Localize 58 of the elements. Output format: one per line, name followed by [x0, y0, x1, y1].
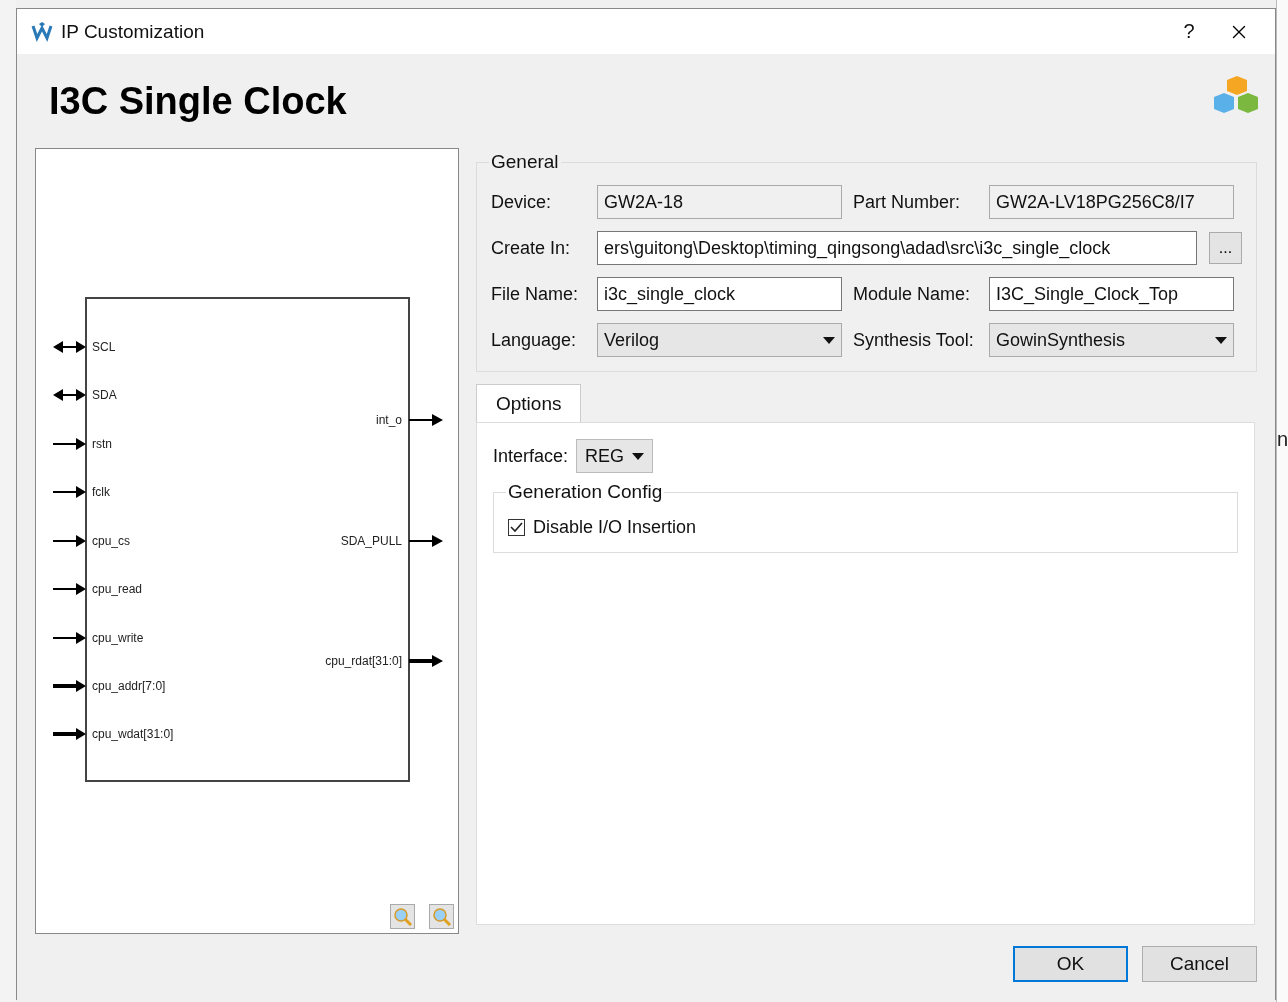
input-field[interactable]: ers\guitong\Desktop\timing_qingsong\adad\src\i3c_single_clock [597, 231, 1197, 265]
pin-label: cpu_cs [92, 534, 131, 548]
dropdown[interactable]: Verilog [597, 323, 842, 357]
input-arrow [52, 632, 86, 644]
output-arrow [409, 655, 443, 667]
input-arrow [52, 486, 86, 498]
pin-label: rstn [92, 437, 112, 451]
checkbox-label: Disable I/O Insertion [533, 517, 697, 538]
field-label: Create In: [491, 237, 572, 259]
readonly-field: GW2A-LV18PG256C8/I7 [989, 185, 1234, 219]
field-label: Interface: [493, 445, 569, 467]
ok-button[interactable]: OK [1013, 946, 1128, 982]
pin-label: cpu_write [92, 631, 144, 645]
field-label: Device: [491, 191, 553, 213]
pin-label: cpu_read [92, 582, 143, 596]
pin-label: SDA_PULL [340, 534, 402, 548]
field-label: Synthesis Tool: [852, 329, 975, 351]
field-label: Language: [491, 329, 578, 351]
caret-icon [823, 336, 835, 344]
input-arrow [53, 680, 86, 692]
caret-icon [1215, 336, 1227, 344]
pin-label: cpu_rdat[31:0] [325, 654, 402, 668]
input-field[interactable]: i3c_single_clock [597, 277, 842, 311]
cancel-button[interactable]: Cancel [1142, 946, 1257, 982]
group-title: General [490, 151, 560, 173]
field-label: File Name: [491, 283, 580, 305]
interface-dropdown[interactable]: REG [576, 439, 654, 473]
pin-label: SCL [92, 340, 116, 354]
input-arrow [52, 438, 86, 450]
field-label: Module Name: [852, 283, 972, 305]
dropdown[interactable]: GowinSynthesis [989, 323, 1234, 357]
pin-label: cpu_wdat[31:0] [92, 727, 174, 741]
input-arrow [52, 583, 86, 595]
page-heading: I3C Single Clock [49, 79, 347, 123]
window-title: IP Customization [61, 20, 206, 43]
bidirectional-arrow [53, 389, 86, 401]
background-text: n [1277, 428, 1288, 450]
pin-label: fclk [92, 485, 110, 499]
bidirectional-arrow [53, 341, 86, 353]
zoom-icon [393, 907, 412, 926]
pin-label: int_o [375, 413, 402, 427]
input-arrow [53, 728, 86, 740]
caret-icon [632, 452, 645, 460]
checkbox[interactable] [508, 519, 525, 536]
pin-label: cpu_addr[7:0] [92, 679, 166, 693]
field-label: Part Number: [852, 191, 962, 213]
pin-label: SDA [92, 388, 117, 402]
readonly-field: GW2A-18 [597, 185, 842, 219]
input-field[interactable]: I3C_Single_Clock_Top [989, 277, 1234, 311]
group-title: Generation Config [507, 481, 664, 503]
logo-icon [31, 21, 53, 42]
help-button[interactable]: ? [1169, 19, 1209, 44]
input-arrow [52, 535, 86, 547]
output-arrow [408, 535, 443, 547]
browse-button[interactable]: ... [1209, 232, 1242, 264]
options-tab[interactable]: Options [476, 384, 582, 422]
output-arrow [408, 414, 443, 426]
zoom-icon [432, 907, 451, 926]
